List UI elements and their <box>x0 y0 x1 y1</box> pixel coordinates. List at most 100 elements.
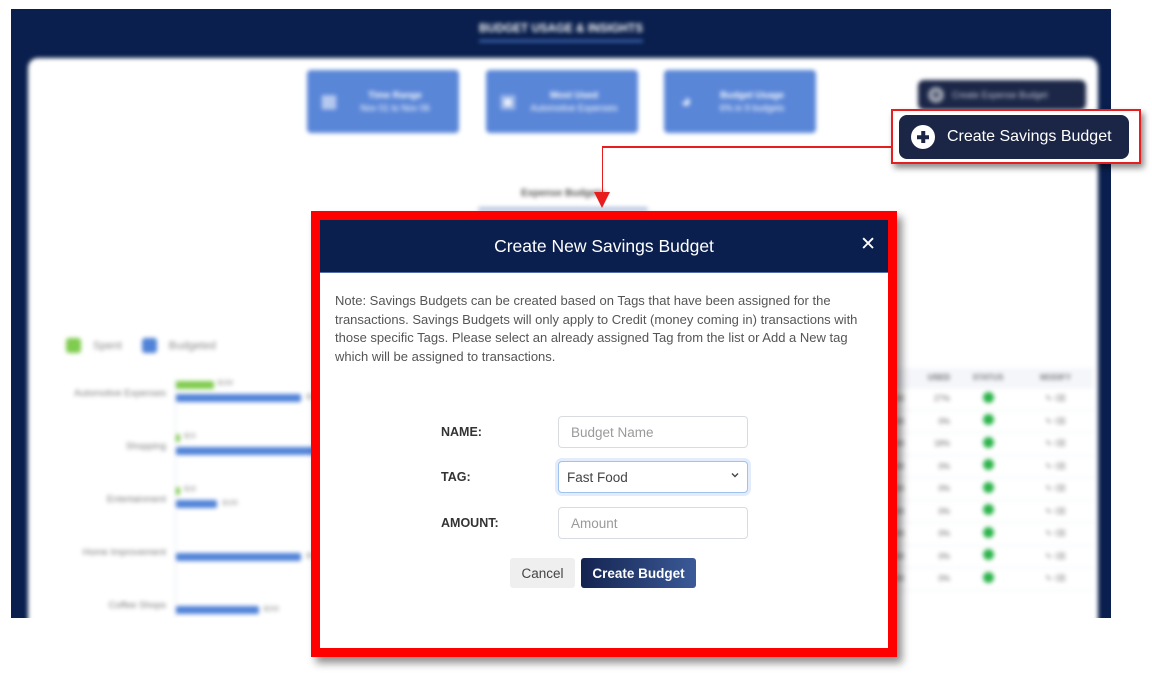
table-row: 00 0% ✎ ⌫ <box>878 546 1093 568</box>
bar-spent-label: $15 <box>184 433 196 440</box>
table-row: 00 0% ✎ ⌫ <box>878 456 1093 478</box>
table-row: 00 0% ✎ ⌫ <box>878 501 1093 523</box>
status-cell <box>958 525 1018 543</box>
modal-title: Create New Savings Budget <box>494 235 714 256</box>
modify-cell: ✎ ⌫ <box>1018 417 1093 426</box>
modify-cell: ✎ ⌫ <box>1018 484 1093 493</box>
tag-select-value[interactable]: Fast Food <box>558 461 748 493</box>
edit-icon[interactable]: ✎ <box>1045 439 1052 448</box>
edit-icon[interactable]: ✎ <box>1045 507 1052 516</box>
cancel-button[interactable]: Cancel <box>510 558 575 588</box>
used-cell: 0% <box>938 529 950 539</box>
chart-category-label: Entertainment <box>106 494 166 505</box>
table-row: 00 0% ✎ ⌫ <box>878 411 1093 433</box>
modify-cell: ✎ ⌫ <box>1018 574 1093 583</box>
screenshot-stage: BUDGET USAGE & INSIGHTS ▦ Time Range Nov … <box>0 0 1152 680</box>
stat-label: Budget Usage <box>720 89 784 101</box>
money-icon: ▣ <box>499 91 517 111</box>
edit-icon[interactable]: ✎ <box>1045 484 1052 493</box>
callout-connector-line <box>602 146 891 148</box>
legend-label: Spent <box>93 339 122 352</box>
create-savings-budget-label: Create Savings Budget <box>947 128 1112 145</box>
modify-cell: ✎ ⌫ <box>1018 394 1093 403</box>
status-cell <box>958 435 1018 453</box>
used-cell: 0% <box>938 551 950 561</box>
edit-icon[interactable]: ✎ <box>1045 394 1052 403</box>
chart-row: Shopping $15 <box>28 431 348 471</box>
close-icon[interactable]: ✕ <box>860 235 876 255</box>
edit-icon[interactable]: ✎ <box>1045 462 1052 471</box>
chart-category-label: Automotive Expenses <box>74 388 166 399</box>
chart-category-label: Shopping <box>125 441 166 452</box>
edit-icon[interactable]: ✎ <box>1045 417 1052 426</box>
delete-icon[interactable]: ⌫ <box>1054 439 1065 448</box>
bar-spent <box>176 434 180 442</box>
used-cell: 27% <box>933 394 950 404</box>
status-indicator-icon <box>982 526 994 538</box>
status-indicator-icon <box>982 391 994 403</box>
create-expense-budget-label: Create Expense Budget <box>952 90 1048 100</box>
edit-icon[interactable]: ✎ <box>1045 574 1052 583</box>
edit-icon[interactable]: ✎ <box>1045 552 1052 561</box>
status-cell <box>958 480 1018 498</box>
plus-circle-icon <box>911 125 935 149</box>
create-savings-budget-button[interactable]: Create Savings Budget <box>899 115 1129 159</box>
used-cell: 0% <box>938 416 950 426</box>
chart-row: Entertainment $18 $100 <box>28 484 348 524</box>
page-title: BUDGET USAGE & INSIGHTS <box>11 23 1111 42</box>
budget-bar-chart: Automotive Expenses$150$500Shopping$15En… <box>28 378 328 618</box>
delete-icon[interactable]: ⌫ <box>1054 484 1065 493</box>
create-savings-budget-modal: Create New Savings Budget ✕ Note: Saving… <box>320 220 888 648</box>
stat-card-most-used[interactable]: ▣ Most Used Automotive Expenses <box>486 70 638 133</box>
stat-card-budget-usage[interactable]: ◕ Budget Usage 6% in 9 budgets <box>664 70 816 133</box>
status-indicator-icon <box>982 459 994 471</box>
table-row: 00 27% ✎ ⌫ <box>878 388 1093 411</box>
tab-expense-budgets[interactable]: Expense Budgets <box>478 188 648 211</box>
bar-spent <box>176 381 214 389</box>
stat-value: Automotive Expenses <box>530 102 618 113</box>
stat-value: Nov 01 to Nov 06 <box>360 102 430 113</box>
tab-label: Expense Budgets <box>521 188 605 199</box>
arrow-down-icon <box>594 192 610 208</box>
budget-name-input[interactable] <box>558 416 748 448</box>
amount-label: AMOUNT: <box>441 516 499 530</box>
create-budget-button[interactable]: Create Budget <box>581 558 696 588</box>
amount-input[interactable] <box>558 507 748 539</box>
legend-item-budgeted: Budgeted <box>141 338 216 353</box>
delete-icon[interactable]: ⌫ <box>1054 574 1065 583</box>
used-cell: 0% <box>938 506 950 516</box>
legend-item-spent: Spent <box>66 338 122 353</box>
delete-icon[interactable]: ⌫ <box>1054 394 1065 403</box>
bar-budgeted <box>176 606 259 614</box>
create-expense-budget-button[interactable]: + Create Expense Budget <box>918 80 1086 110</box>
bar-budgeted-label: $200 <box>263 606 280 613</box>
delete-icon[interactable]: ⌫ <box>1054 507 1065 516</box>
table-row: 00 0% ✎ ⌫ <box>878 478 1093 501</box>
status-indicator-icon <box>982 436 994 448</box>
delete-icon[interactable]: ⌫ <box>1054 552 1065 561</box>
modal-actions: Cancel Create Budget <box>510 558 696 588</box>
status-indicator-icon <box>982 414 994 426</box>
page-title-text: BUDGET USAGE & INSIGHTS <box>479 23 643 42</box>
modify-cell: ✎ ⌫ <box>1018 462 1093 471</box>
column-header-used: USED <box>927 373 950 382</box>
used-cell: 0% <box>938 574 950 584</box>
bar-budgeted <box>176 500 218 508</box>
delete-icon[interactable]: ⌫ <box>1054 529 1065 538</box>
stat-card-time-range[interactable]: ▦ Time Range Nov 01 to Nov 06 <box>307 70 459 133</box>
budget-table: USED STATUS MODIFY 00 27% ✎ ⌫ 00 0% ✎ ⌫ 00 18% ✎… <box>878 368 1093 591</box>
bar-spent <box>176 487 180 495</box>
chart-row: Coffee Shops $200 <box>28 590 348 618</box>
delete-icon[interactable]: ⌫ <box>1054 462 1065 471</box>
status-cell <box>958 412 1018 430</box>
edit-icon[interactable]: ✎ <box>1045 529 1052 538</box>
status-indicator-icon <box>982 481 994 493</box>
status-cell <box>958 502 1018 520</box>
legend-label: Budgeted <box>168 339 216 352</box>
delete-icon[interactable]: ⌫ <box>1054 417 1065 426</box>
tag-select[interactable]: Fast Food <box>558 461 748 493</box>
status-cell <box>958 390 1018 408</box>
used-cell: 0% <box>938 461 950 471</box>
status-indicator-icon <box>982 549 994 561</box>
callout-connector-line <box>601 146 603 194</box>
